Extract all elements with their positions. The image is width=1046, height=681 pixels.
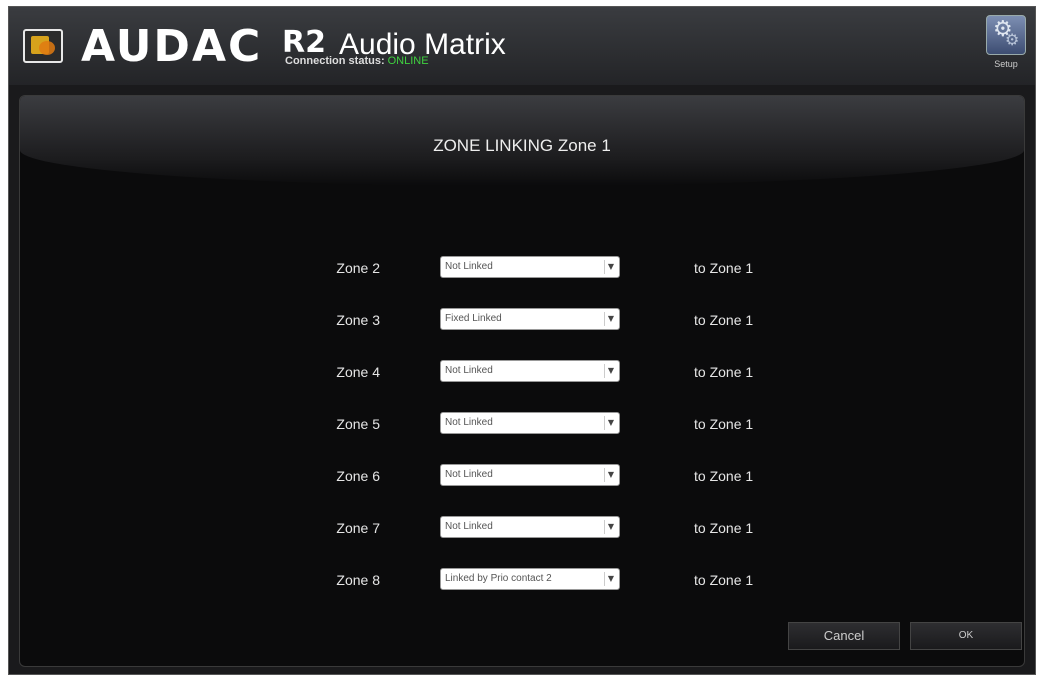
app-window: AUDAC R2 Audio Matrix Connection status:… [8, 6, 1036, 675]
link-select-value: Not Linked [445, 469, 493, 480]
connection-status-value: ONLINE [387, 55, 429, 67]
dialog-title: ZONE LINKING Zone 1 [433, 136, 611, 155]
zone-row-5: Zone 5 Not Linked ▼ to Zone 1 [20, 412, 1024, 436]
zone-row-2: Zone 2 Not Linked ▼ to Zone 1 [20, 256, 1024, 280]
link-select[interactable]: Not Linked ▼ [440, 256, 620, 278]
zone-label: Zone 4 [336, 364, 380, 380]
zone-label: Zone 7 [336, 520, 380, 536]
zone-row-4: Zone 4 Not Linked ▼ to Zone 1 [20, 360, 1024, 384]
dialog-header: ZONE LINKING Zone 1 [20, 96, 1024, 186]
zone-row-8: Zone 8 Linked by Prio contact 2 ▼ to Zon… [20, 568, 1024, 592]
gear-icon [986, 15, 1026, 55]
target-label: to Zone 1 [694, 572, 754, 588]
chevron-down-icon[interactable]: ▼ [604, 416, 617, 430]
ok-button[interactable]: OK [910, 622, 1022, 650]
target-label: to Zone 1 [694, 520, 754, 536]
brand-name: AUDAC [81, 21, 263, 72]
chevron-down-icon[interactable]: ▼ [604, 468, 617, 482]
chevron-down-icon[interactable]: ▼ [604, 312, 617, 326]
link-select[interactable]: Not Linked ▼ [440, 516, 620, 538]
zone-label: Zone 2 [336, 260, 380, 276]
cancel-button[interactable]: Cancel [788, 622, 900, 650]
link-select-value: Not Linked [445, 365, 493, 376]
zone-label: Zone 5 [336, 416, 380, 432]
setup-button[interactable]: Setup [985, 15, 1027, 77]
chevron-down-icon[interactable]: ▼ [604, 364, 617, 378]
link-select-value: Not Linked [445, 261, 493, 272]
link-select-value: Fixed Linked [445, 313, 502, 324]
target-label: to Zone 1 [694, 260, 754, 276]
link-select-value: Linked by Prio contact 2 [445, 573, 552, 584]
target-label: to Zone 1 [694, 312, 754, 328]
audac-logo-icon [23, 29, 63, 63]
title-bar: AUDAC R2 Audio Matrix Connection status:… [9, 7, 1035, 85]
link-select-value: Not Linked [445, 417, 493, 428]
link-select[interactable]: Not Linked ▼ [440, 360, 620, 382]
target-label: to Zone 1 [694, 416, 754, 432]
zone-linking-dialog: ZONE LINKING Zone 1 Zone 2 Not Linked ▼ … [19, 95, 1025, 667]
zone-label: Zone 6 [336, 468, 380, 484]
target-label: to Zone 1 [694, 468, 754, 484]
zone-row-7: Zone 7 Not Linked ▼ to Zone 1 [20, 516, 1024, 540]
zone-row-3: Zone 3 Fixed Linked ▼ to Zone 1 [20, 308, 1024, 332]
chevron-down-icon[interactable]: ▼ [604, 572, 617, 586]
zone-row-6: Zone 6 Not Linked ▼ to Zone 1 [20, 464, 1024, 488]
zone-label: Zone 3 [336, 312, 380, 328]
link-select-value: Not Linked [445, 521, 493, 532]
connection-status-label: Connection status: [285, 55, 385, 67]
link-select[interactable]: Not Linked ▼ [440, 412, 620, 434]
setup-label: Setup [994, 59, 1018, 69]
chevron-down-icon[interactable]: ▼ [604, 520, 617, 534]
chevron-down-icon[interactable]: ▼ [604, 260, 617, 274]
link-select[interactable]: Fixed Linked ▼ [440, 308, 620, 330]
target-label: to Zone 1 [694, 364, 754, 380]
link-select[interactable]: Linked by Prio contact 2 ▼ [440, 568, 620, 590]
connection-status: Connection status: ONLINE [285, 55, 429, 67]
link-select[interactable]: Not Linked ▼ [440, 464, 620, 486]
zone-label: Zone 8 [336, 572, 380, 588]
